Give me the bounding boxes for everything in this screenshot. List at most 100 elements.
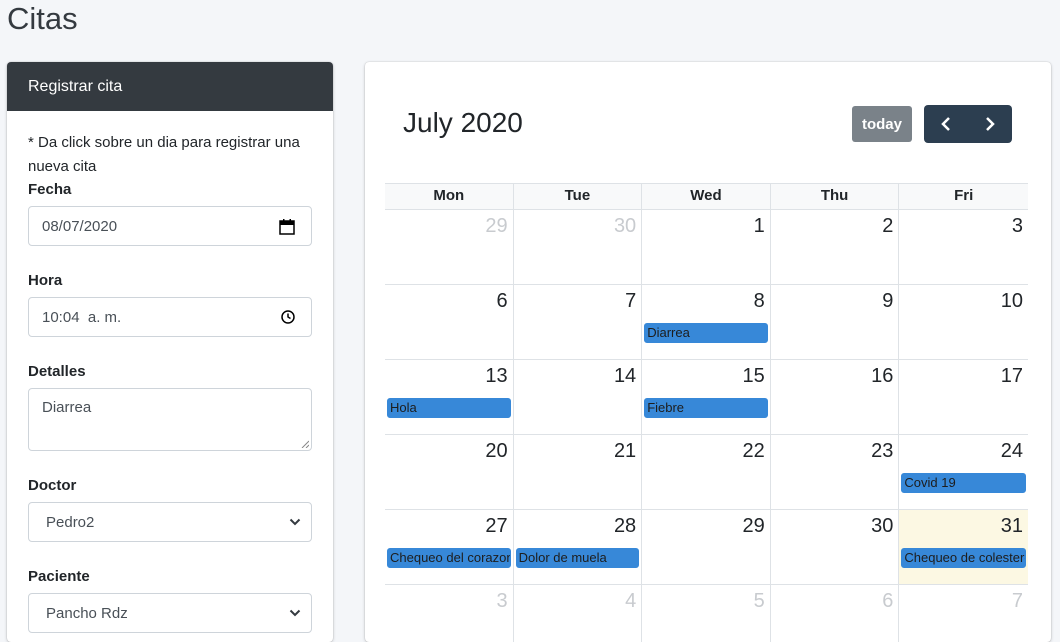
day-cell[interactable]: 27 Chequeo del corazon	[385, 510, 514, 584]
day-number[interactable]: 24	[1001, 440, 1023, 463]
calendar-card: July 2020 today Mon Tue Wed Thu Fri 29 30…	[365, 62, 1051, 642]
day-cell[interactable]: 28 Dolor de muela	[514, 510, 643, 584]
next-month-button[interactable]	[968, 105, 1012, 143]
day-number[interactable]: 6	[496, 290, 507, 313]
card-header: Registrar cita	[7, 62, 333, 111]
day-number[interactable]: 2	[882, 215, 893, 238]
paciente-select[interactable]: Pancho Rdz	[28, 593, 312, 633]
day-cell[interactable]: 3	[899, 210, 1028, 284]
doctor-value: Pedro2	[46, 513, 95, 531]
doctor-select[interactable]: Pedro2	[28, 502, 312, 542]
day-number[interactable]: 29	[743, 515, 765, 538]
day-number[interactable]: 15	[743, 365, 765, 388]
paciente-value: Pancho Rdz	[46, 604, 128, 622]
day-cell[interactable]: 3	[385, 585, 514, 642]
day-cell[interactable]: 20	[385, 435, 514, 509]
calendar-event[interactable]: Dolor de muela	[515, 548, 640, 568]
calendar-week-row: 27 Chequeo del corazon 28 Dolor de muela 29 3…	[385, 510, 1028, 585]
day-cell[interactable]: 22	[642, 435, 771, 509]
day-cell[interactable]: 14	[514, 360, 643, 434]
today-button[interactable]: today	[852, 106, 912, 142]
day-cell[interactable]: 16	[771, 360, 900, 434]
day-cell[interactable]: 5	[642, 585, 771, 642]
clock-icon[interactable]	[281, 310, 295, 324]
day-cell[interactable]: 29	[385, 210, 514, 284]
day-number[interactable]: 21	[614, 440, 636, 463]
day-cell[interactable]: 17	[899, 360, 1028, 434]
calendar-event[interactable]: Chequeo del corazon	[387, 548, 511, 568]
resize-grip-icon[interactable]	[301, 440, 309, 448]
hora-value: 10:04 a. m.	[42, 308, 122, 326]
day-number[interactable]: 6	[882, 590, 893, 613]
chevron-left-icon	[941, 117, 950, 131]
calendar-event[interactable]: Diarrea	[644, 323, 768, 343]
day-cell[interactable]: 21	[514, 435, 643, 509]
day-cell[interactable]: 30	[771, 510, 900, 584]
day-number[interactable]: 30	[614, 215, 636, 238]
weekday-mon: Mon	[385, 184, 514, 209]
day-number[interactable]: 4	[625, 590, 636, 613]
day-cell[interactable]: 31 Chequeo de colesterol	[899, 510, 1028, 584]
day-number[interactable]: 29	[485, 215, 507, 238]
calendar-week-row: 20 21 22 23 24 Covid 19	[385, 435, 1028, 510]
day-number[interactable]: 23	[871, 440, 893, 463]
day-number[interactable]: 1	[754, 215, 765, 238]
day-number[interactable]: 8	[754, 290, 765, 313]
chevron-down-icon	[289, 609, 301, 617]
detalles-label: Detalles	[28, 363, 86, 380]
day-cell[interactable]: 2	[771, 210, 900, 284]
day-number[interactable]: 3	[496, 590, 507, 613]
day-number[interactable]: 7	[625, 290, 636, 313]
paciente-label: Paciente	[28, 568, 90, 585]
day-cell[interactable]: 6	[385, 285, 514, 359]
day-number[interactable]: 27	[485, 515, 507, 538]
day-number[interactable]: 20	[485, 440, 507, 463]
hora-label: Hora	[28, 272, 63, 289]
calendar-event[interactable]: Covid 19	[901, 473, 1026, 493]
day-number[interactable]: 13	[485, 365, 507, 388]
day-cell[interactable]: 9	[771, 285, 900, 359]
calendar-week-row: 13 Hola 14 15 Fiebre 16 17	[385, 360, 1028, 435]
day-cell[interactable]: 8 Diarrea	[642, 285, 771, 359]
day-cell[interactable]: 13 Hola	[385, 360, 514, 434]
day-number[interactable]: 16	[871, 365, 893, 388]
day-number[interactable]: 9	[882, 290, 893, 313]
day-cell[interactable]: 7	[899, 585, 1028, 642]
detalles-textarea[interactable]: Diarrea	[28, 388, 312, 451]
day-number[interactable]: 3	[1012, 215, 1023, 238]
calendar-icon[interactable]	[279, 219, 295, 235]
day-cell[interactable]: 7	[514, 285, 643, 359]
day-number[interactable]: 31	[1001, 515, 1023, 538]
detalles-value: Diarrea	[42, 399, 92, 416]
calendar-event[interactable]: Fiebre	[644, 398, 768, 418]
calendar-event[interactable]: Hola	[387, 398, 511, 418]
day-cell[interactable]: 10	[899, 285, 1028, 359]
day-cell[interactable]: 29	[642, 510, 771, 584]
day-number[interactable]: 30	[871, 515, 893, 538]
day-cell[interactable]: 24 Covid 19	[899, 435, 1028, 509]
day-number[interactable]: 22	[743, 440, 765, 463]
day-cell[interactable]: 30	[514, 210, 643, 284]
register-appointment-card: Registrar cita * Da click sobre un dia p…	[7, 62, 333, 642]
day-cell[interactable]: 4	[514, 585, 643, 642]
calendar-grid: Mon Tue Wed Thu Fri 29 30 1 2 3 6 7 8 Diarrea 9 10…	[385, 183, 1028, 642]
fecha-input[interactable]: 08/07/2020	[28, 206, 312, 246]
day-cell[interactable]: 6	[771, 585, 900, 642]
calendar-title: July 2020	[403, 107, 523, 138]
chevron-down-icon	[289, 518, 301, 526]
weekday-header: Mon Tue Wed Thu Fri	[385, 183, 1028, 210]
page-title: Citas	[7, 1, 78, 36]
day-number[interactable]: 10	[1001, 290, 1023, 313]
day-cell[interactable]: 1	[642, 210, 771, 284]
fecha-label: Fecha	[28, 181, 72, 198]
day-number[interactable]: 17	[1001, 365, 1023, 388]
hora-input[interactable]: 10:04 a. m.	[28, 297, 312, 337]
day-number[interactable]: 5	[754, 590, 765, 613]
day-number[interactable]: 14	[614, 365, 636, 388]
prev-month-button[interactable]	[924, 105, 968, 143]
day-cell[interactable]: 15 Fiebre	[642, 360, 771, 434]
day-cell[interactable]: 23	[771, 435, 900, 509]
calendar-event[interactable]: Chequeo de colesterol	[901, 548, 1026, 568]
day-number[interactable]: 28	[614, 515, 636, 538]
day-number[interactable]: 7	[1012, 590, 1023, 613]
